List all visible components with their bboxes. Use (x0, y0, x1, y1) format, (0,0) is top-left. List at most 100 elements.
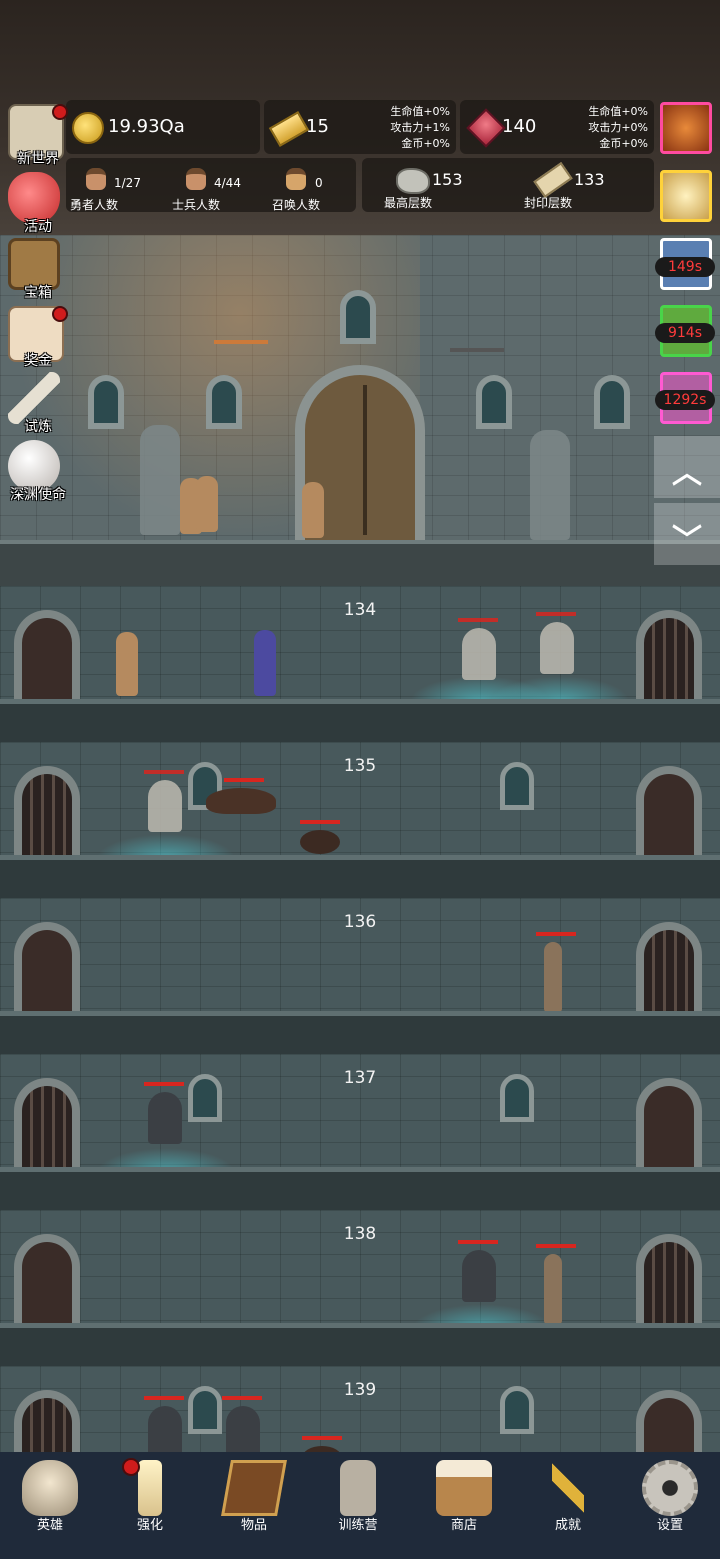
scroll-up-button[interactable]: ︿ (654, 436, 720, 498)
floor-gate (636, 1234, 702, 1326)
stone-icon (396, 168, 430, 194)
hero-unit[interactable] (302, 482, 324, 538)
enemy-hp-bar (144, 1396, 184, 1400)
scroll-down-button[interactable]: ﹀ (654, 503, 720, 565)
floor-window (188, 1386, 222, 1434)
bonus-hp: 生命值+0% (390, 105, 450, 118)
event-label: 活动 (24, 219, 52, 235)
gold-bar-bonus: 生命值+0% 攻击力+1% 金币+0% (390, 104, 450, 152)
chest-button[interactable]: 宝箱 (4, 238, 66, 301)
gold-bar-amount: 15 (306, 116, 329, 137)
hero-face-icon (86, 168, 106, 190)
dungeon-floor[interactable]: 139 (0, 1366, 720, 1482)
gold-bar-panel[interactable]: 15 生命值+0% 攻击力+1% 金币+0% (264, 100, 456, 154)
dungeon-floor[interactable]: 137 (0, 1054, 720, 1210)
enemy-hp-bar (458, 618, 498, 622)
summon-count-label: 召唤人数 (272, 198, 321, 212)
nav-achievements[interactable]: 成就 (518, 1452, 618, 1559)
floor-window (500, 1074, 534, 1122)
buff-timer: 149s (655, 257, 715, 277)
spider-enemy[interactable] (300, 820, 340, 854)
wraith-enemy[interactable] (144, 1396, 184, 1458)
floor-record-panel[interactable]: 153 最高层数 133 封印层数 (362, 158, 654, 212)
bottom-nav: 英雄 强化 物品 训练营 商店 成就 设置 (0, 1452, 720, 1559)
dungeon-floor[interactable]: 134 (0, 586, 720, 742)
wraith-enemy[interactable] (458, 1240, 498, 1302)
floor-gate (14, 1078, 80, 1170)
floor-gate (636, 610, 702, 702)
new-world-button[interactable]: 新世界 (4, 104, 68, 167)
floor-gate (636, 922, 702, 1014)
buff-timer: 1292s (655, 390, 715, 410)
candle-icon[interactable] (660, 170, 712, 222)
zombie-enemy[interactable] (536, 932, 576, 1012)
skull-icon (22, 1460, 78, 1516)
bonus-button[interactable]: 奖金 (4, 306, 68, 369)
beer-mug-icon (436, 1460, 492, 1516)
gold-panel[interactable]: 19.93Qa (66, 100, 260, 154)
candle-icon (138, 1460, 162, 1516)
hall-window (88, 375, 124, 429)
floor-door (636, 1078, 702, 1170)
highest-floor: 153 (432, 170, 463, 189)
enemy-hp-bar (536, 932, 576, 936)
bonus-atk: 攻击力+1% (390, 121, 450, 134)
abyss-mission-label: 深渊使命 (10, 487, 66, 503)
dungeon-floor[interactable]: 138 (0, 1210, 720, 1366)
nav-enhance[interactable]: 强化 (100, 1452, 200, 1559)
zombie-enemy[interactable] (536, 1244, 576, 1324)
bat-enemy[interactable] (206, 778, 276, 814)
wizard-unit[interactable] (254, 630, 276, 696)
nav-shop[interactable]: 商店 (414, 1452, 514, 1559)
nav-label: 物品 (240, 1518, 267, 1533)
hall-window (594, 375, 630, 429)
floor-number: 139 (343, 1380, 377, 1400)
event-button[interactable]: 活动 (4, 172, 66, 235)
unit-count-panel[interactable]: 1/27 勇者人数 4/44 士兵人数 0 召唤人数 (66, 158, 356, 212)
nav-label: 英雄 (36, 1518, 63, 1533)
ghost-enemy[interactable] (144, 770, 184, 832)
enemy-hp-bar (144, 770, 184, 774)
summon-face-icon (286, 168, 306, 190)
hall-floor (0, 540, 720, 589)
floor-ledge (0, 1011, 720, 1054)
nav-items[interactable]: 物品 (204, 1452, 304, 1559)
enemy-hp-bar (224, 778, 264, 782)
trial-button[interactable]: 试炼 (4, 372, 66, 435)
chevron-up-icon: ︿ (672, 456, 702, 491)
wraith-enemy[interactable] (144, 1082, 184, 1144)
floor-window (188, 1074, 222, 1122)
dungeon-floor[interactable]: 135 (0, 742, 720, 898)
gold-bar-icon (268, 110, 310, 148)
nav-settings[interactable]: 设置 (620, 1452, 720, 1559)
bonus-label: 奖金 (24, 353, 52, 369)
enemy-hp-bar (300, 820, 340, 824)
trial-label: 试炼 (24, 419, 52, 435)
gold-coin-icon (72, 112, 104, 144)
onion-icon[interactable] (660, 102, 712, 154)
enemy-hp-bar (222, 1396, 262, 1400)
summon-count: 0 (315, 176, 323, 190)
soldier-unit[interactable] (196, 476, 218, 532)
gem-panel[interactable]: 140 生命值+0% 攻击力+0% 金币+0% (460, 100, 654, 154)
nav-training-camp[interactable]: 训练营 (308, 1452, 408, 1559)
nav-label: 训练营 (338, 1518, 378, 1533)
floor-ledge (0, 699, 720, 742)
bonus-gold: 金币+0% (599, 137, 648, 150)
soldier-face-icon (186, 168, 206, 190)
ghost-enemy[interactable] (458, 618, 498, 680)
book-icon (221, 1460, 287, 1516)
hero-unit[interactable] (116, 632, 138, 696)
enemy-hp-bar (536, 612, 576, 616)
nav-label: 成就 (554, 1518, 581, 1533)
soldier-count: 4/44 (214, 176, 241, 190)
wraith-enemy[interactable] (222, 1396, 262, 1458)
ghost-enemy[interactable] (536, 612, 576, 674)
buff-timer: 914s (655, 323, 715, 343)
notification-dot (122, 1458, 140, 1476)
nav-heroes[interactable]: 英雄 (0, 1452, 100, 1559)
dungeon-floor[interactable]: 136 (0, 898, 720, 1054)
floor-window (500, 1386, 534, 1434)
floor-door (14, 1234, 80, 1326)
abyss-mission-button[interactable]: 深渊使命 (4, 440, 66, 503)
